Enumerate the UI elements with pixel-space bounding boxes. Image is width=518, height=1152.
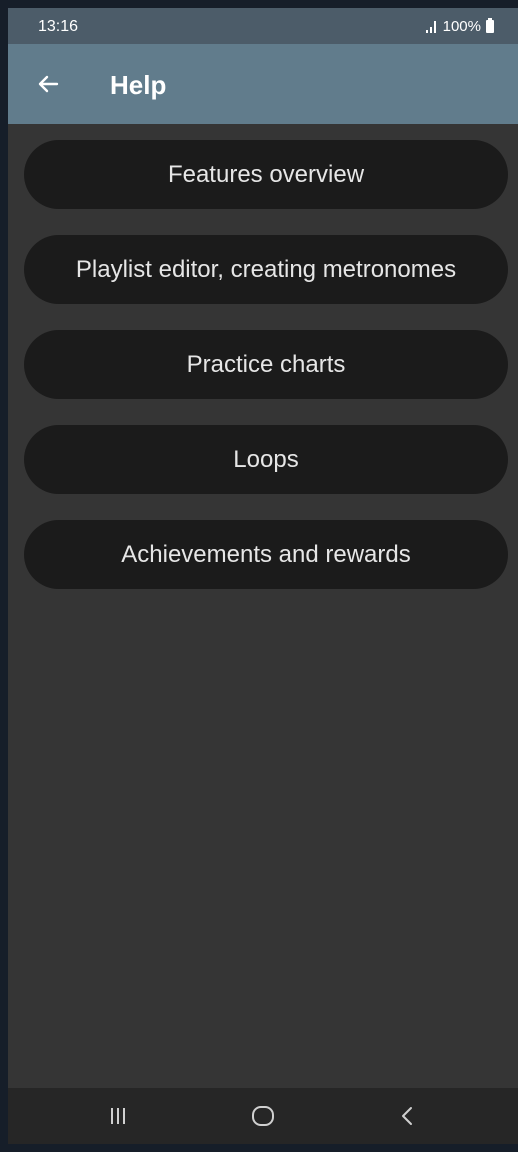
device-frame: 13:16 100% Help Features overview Playli… <box>0 0 518 1152</box>
help-item-playlist-editor[interactable]: Playlist editor, creating metronomes <box>24 235 508 304</box>
battery-icon <box>486 18 494 33</box>
help-item-loops[interactable]: Loops <box>24 425 508 494</box>
status-bar: 13:16 100% <box>8 8 518 44</box>
screen: 13:16 100% Help Features overview Playli… <box>8 8 518 1144</box>
arrow-left-icon <box>38 75 59 93</box>
battery-percent: 100% <box>442 18 481 35</box>
help-item-achievements[interactable]: Achievements and rewards <box>24 520 508 589</box>
status-right: 100% <box>425 18 494 35</box>
nav-back-button[interactable] <box>368 1088 448 1144</box>
home-button[interactable] <box>223 1088 303 1144</box>
app-bar: Help <box>8 44 518 124</box>
help-item-label: Playlist editor, creating metronomes <box>75 255 457 283</box>
back-button[interactable] <box>30 66 66 102</box>
help-item-practice-charts[interactable]: Practice charts <box>24 330 508 399</box>
help-item-label: Achievements and rewards <box>121 540 411 568</box>
help-item-label: Loops <box>233 445 299 473</box>
signal-icon <box>425 20 440 33</box>
status-time: 13:16 <box>38 18 79 35</box>
recent-apps-button[interactable] <box>78 1088 158 1144</box>
navigation-bar <box>8 1088 518 1144</box>
recent-apps-icon <box>111 1108 125 1124</box>
page-title: Help <box>110 70 167 100</box>
help-item-label: Features overview <box>167 160 365 188</box>
back-icon <box>402 1107 412 1125</box>
help-item-features-overview[interactable]: Features overview <box>24 140 508 209</box>
home-icon <box>252 1106 274 1126</box>
help-item-label: Practice charts <box>186 350 346 378</box>
